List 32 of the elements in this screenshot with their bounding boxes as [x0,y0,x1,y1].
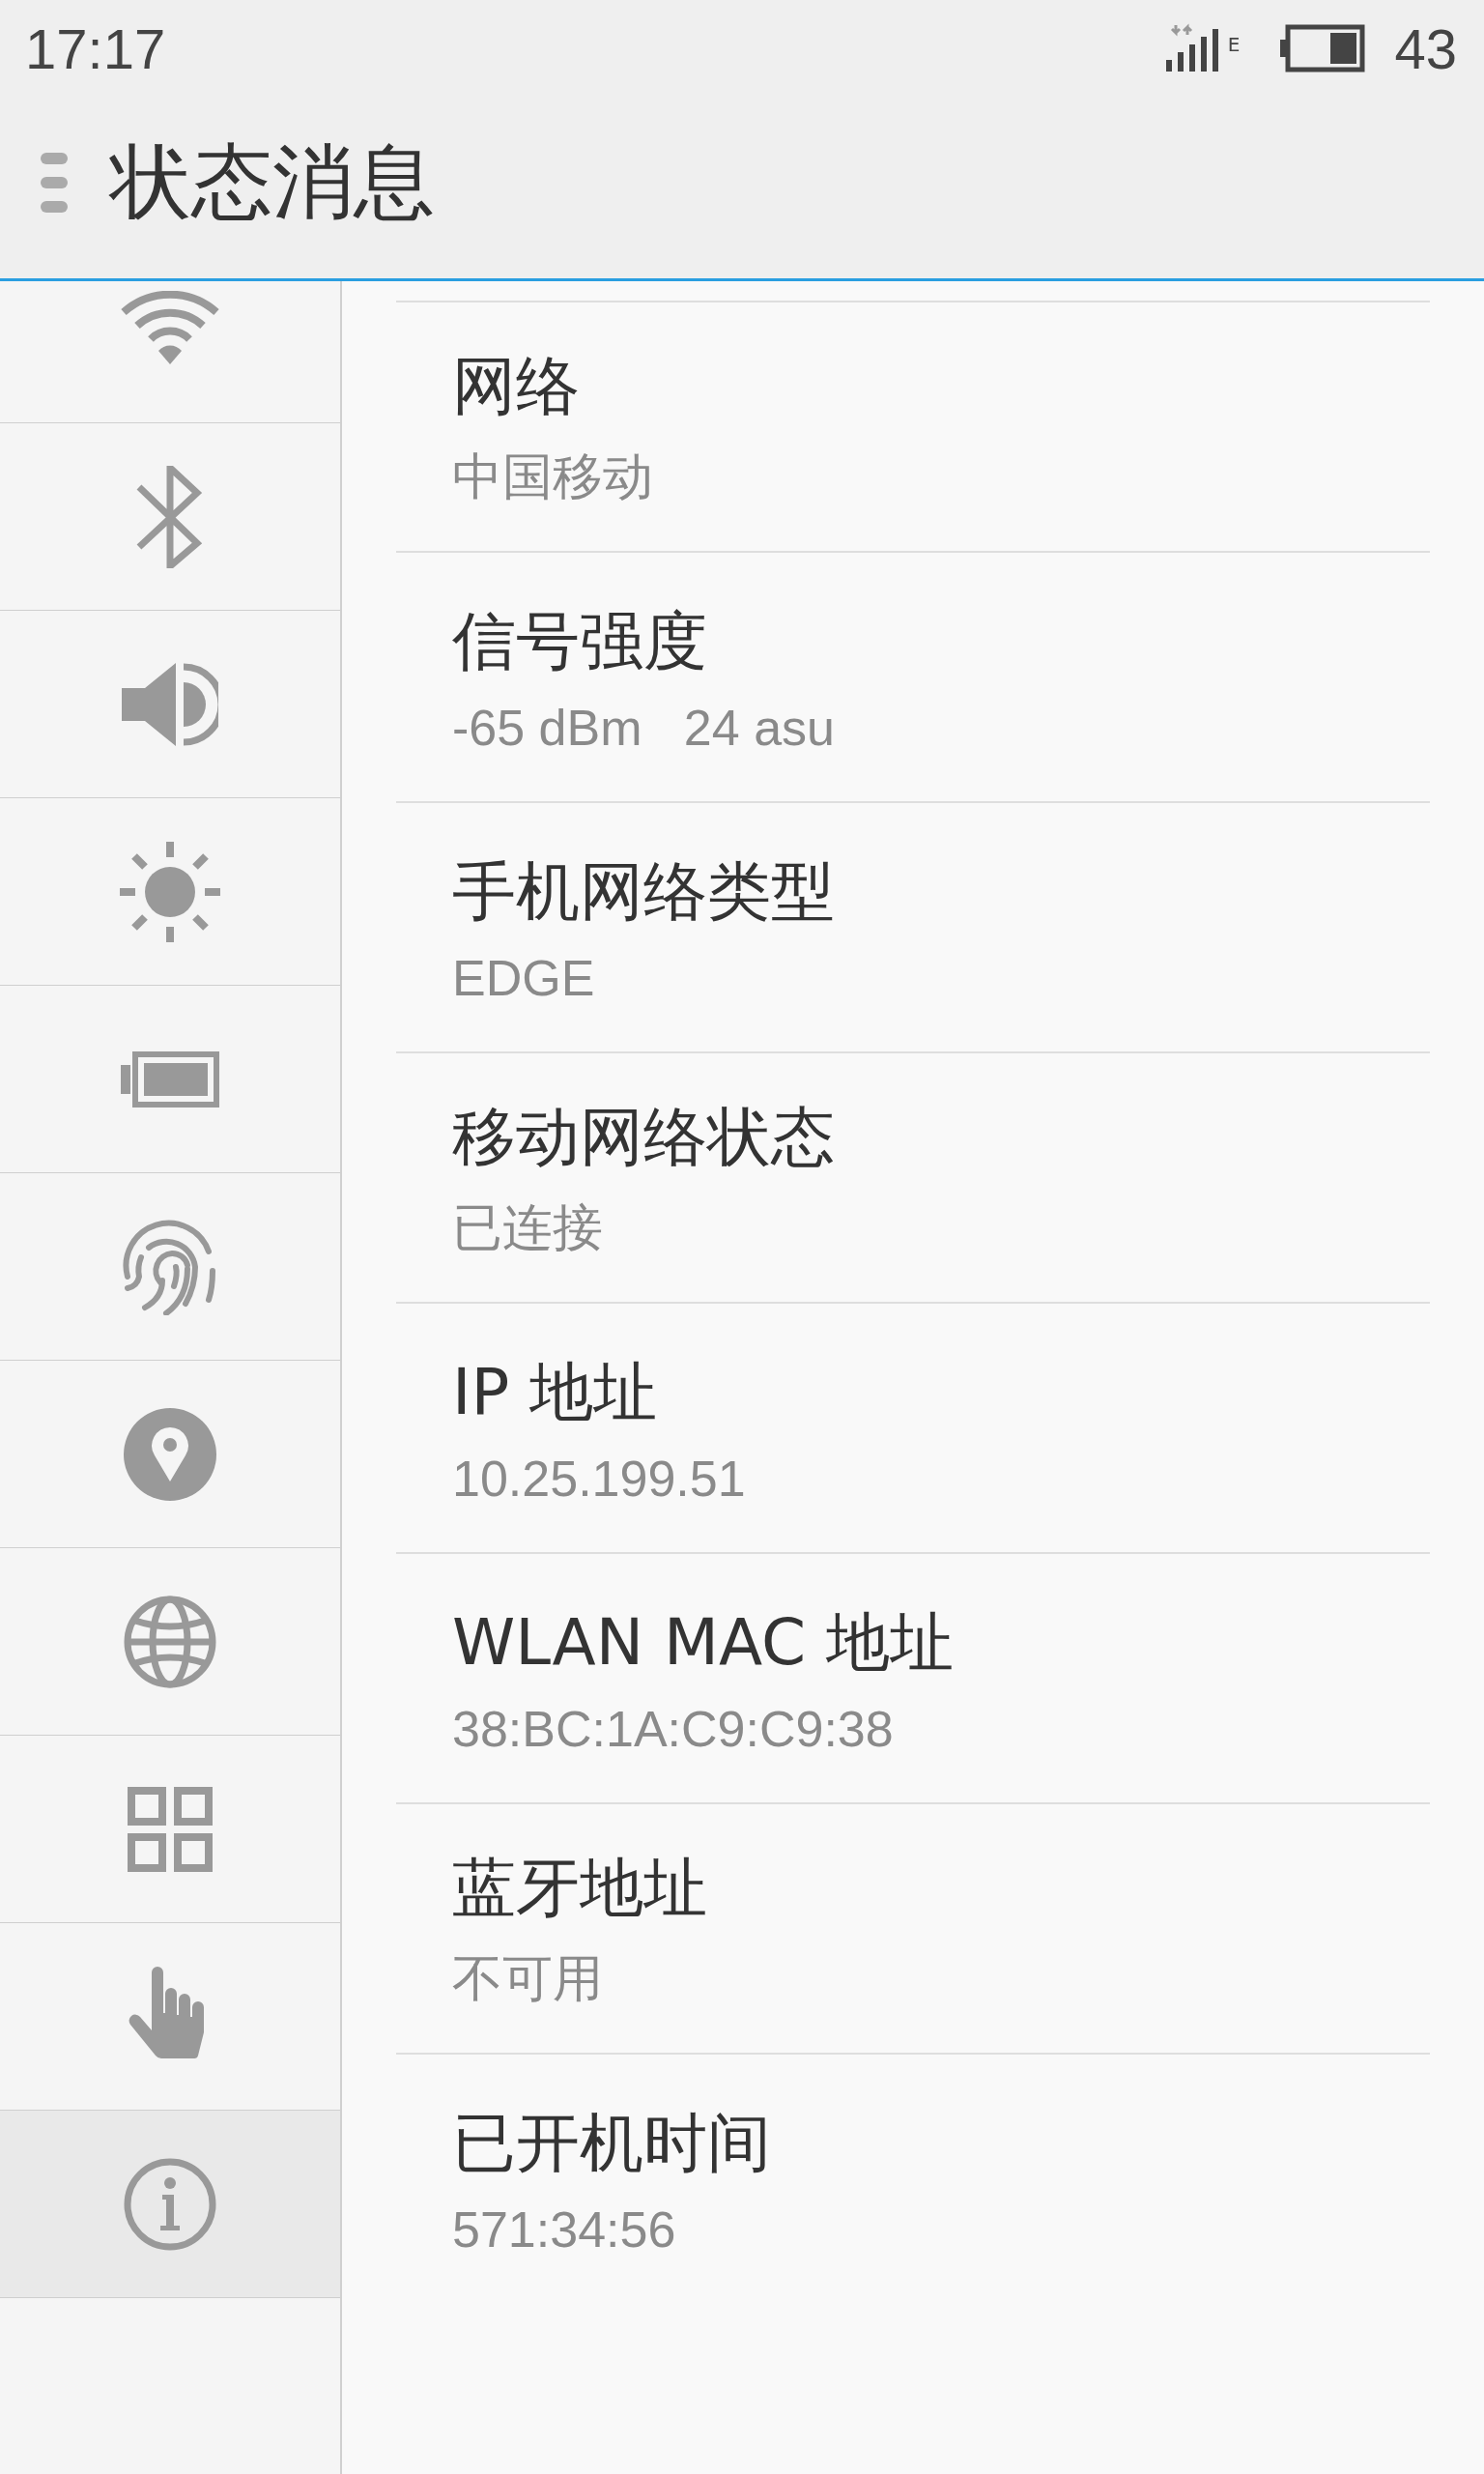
info-value: 10.25.199.51 [452,1449,747,1508]
brightness-icon [120,841,220,942]
info-value: 已连接 [452,1197,604,1257]
location-icon [124,1407,216,1501]
network-type: E [1227,32,1241,56]
speaker-icon [122,662,218,746]
info-value: EDGE [452,948,596,1007]
grid-icon [128,1786,213,1872]
info-title: 信号强度 [452,602,708,680]
info-title: IP 地址 [452,1353,659,1431]
info-value: -65 dBm 24 asu [452,698,836,757]
bluetooth-icon [136,465,204,568]
info-value: 不可用 [452,1948,604,2008]
fingerprint-icon [122,1218,218,1315]
info-title: 移动网络状态 [452,1098,836,1176]
info-title: 手机网络类型 [452,852,836,931]
info-title: 网络 [452,347,581,425]
battery-percent: 43 [1394,15,1457,81]
menu-icon[interactable] [41,153,68,213]
info-value: 中国移动 [452,446,654,506]
info-value: 38:BC:1A:C9:C9:38 [452,1699,895,1758]
info-icon [124,2157,216,2251]
info-title: WLAN MAC 地址 [452,1603,956,1682]
globe-icon [124,1595,216,1688]
battery-icon [1280,24,1366,72]
battery-icon [121,1050,219,1108]
info-title: 蓝牙地址 [452,1849,708,1927]
clock-time: 17:17 [25,15,166,81]
page-title: 状态消息 [110,133,435,231]
info-value: 571:34:56 [452,2200,677,2258]
sidebar-item[interactable] [0,2111,340,2298]
info-title: 已开机时间 [452,2104,772,2182]
